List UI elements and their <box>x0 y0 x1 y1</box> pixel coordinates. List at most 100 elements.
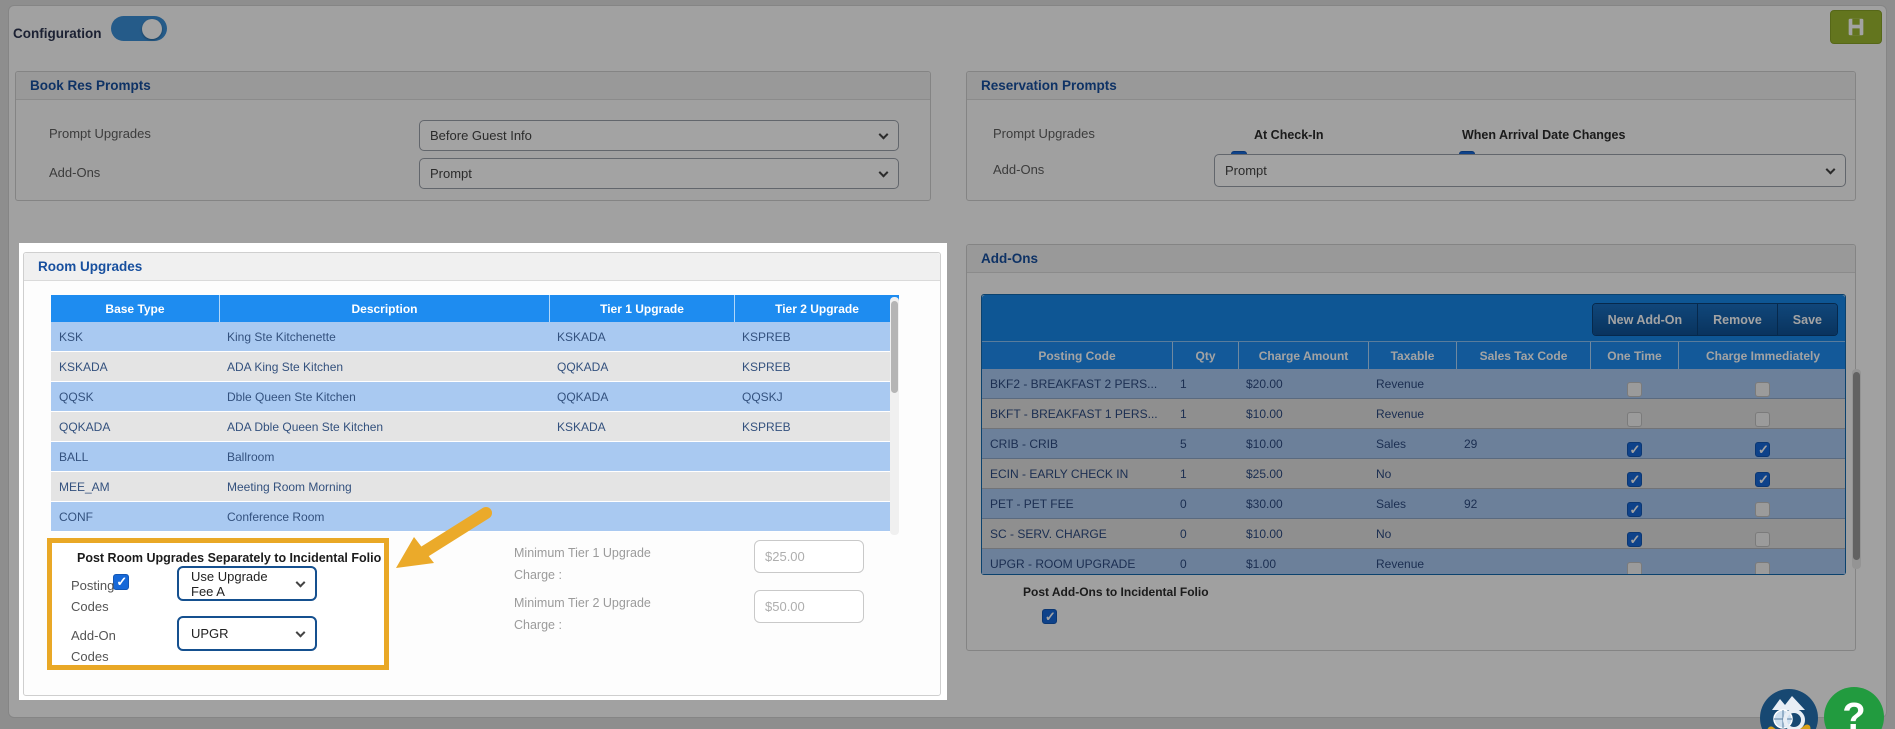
charge_immediately-checkbox[interactable] <box>1755 382 1770 397</box>
add-ons-scrollbar[interactable] <box>1852 369 1861 569</box>
chevron-down-icon <box>296 577 306 587</box>
room-upgrades-scrollbar[interactable] <box>890 297 899 535</box>
cell: Sales <box>1368 429 1456 458</box>
room-upgrade-row[interactable]: BALLBallroom <box>51 442 899 472</box>
cell: CRIB - CRIB <box>982 429 1172 458</box>
at-check-in-label: At Check-In <box>1254 128 1323 142</box>
res-addons-label: Add-Ons <box>993 162 1044 177</box>
post-addons-incidental-label: Post Add-Ons to Incidental Folio <box>1023 585 1209 599</box>
configuration-toggle[interactable] <box>111 16 167 41</box>
add-ons-table-body: BKF2 - BREAKFAST 2 PERS...1$20.00Revenue… <box>982 369 1845 574</box>
cell: 0 <box>1172 519 1238 548</box>
one_time-cell <box>1590 369 1678 398</box>
charge_immediately-checkbox[interactable] <box>1755 562 1770 574</box>
addon-codes-select[interactable]: UPGR <box>177 616 317 651</box>
brand-logo-icon[interactable] <box>1759 688 1819 729</box>
help-button[interactable]: ? <box>1824 687 1884 729</box>
cell: $25.00 <box>1238 459 1368 488</box>
cell: BKF2 - BREAKFAST 2 PERS... <box>982 369 1172 398</box>
one_time-checkbox[interactable] <box>1627 502 1642 517</box>
cell: KSK <box>51 322 219 351</box>
addons-select[interactable]: Prompt <box>419 158 899 189</box>
one_time-checkbox[interactable] <box>1627 532 1642 547</box>
one_time-checkbox[interactable] <box>1627 412 1642 427</box>
panel-header: Reservation Prompts <box>967 72 1855 100</box>
charge_immediately-checkbox[interactable] <box>1755 412 1770 427</box>
add-on-row[interactable]: PET - PET FEE0$30.00Sales92 <box>982 489 1845 519</box>
configuration-page: Configuration Book Res Prompts Prompt Up… <box>0 0 1895 729</box>
room-upgrade-row[interactable]: QQKADAADA Dble Queen Ste KitchenKSKADAKS… <box>51 412 899 442</box>
save-button[interactable]: Save <box>1777 304 1837 335</box>
toggle-knob <box>142 19 162 39</box>
room-upgrade-row[interactable]: KSKKing Ste KitchenetteKSKADAKSPREB <box>51 322 899 352</box>
cell: KSKADA <box>549 322 734 351</box>
save-button[interactable] <box>1830 10 1882 44</box>
cell: QQSK <box>51 382 219 411</box>
room-upgrades-table: Base TypeDescriptionTier 1 UpgradeTier 2… <box>51 295 899 532</box>
cell: 0 <box>1172 549 1238 574</box>
column-header: Tier 2 Upgrade <box>734 295 899 322</box>
cell <box>1456 549 1590 574</box>
one_time-cell <box>1590 549 1678 574</box>
one_time-checkbox[interactable] <box>1627 562 1642 574</box>
new-add-on-button[interactable]: New Add-On <box>1593 304 1698 335</box>
cell: KSPREB <box>734 322 899 351</box>
save-floppy-icon <box>1845 16 1867 38</box>
add-ons-table: New Add-OnRemoveSave Posting CodeQtyChar… <box>981 294 1846 575</box>
chevron-down-icon <box>1826 164 1836 174</box>
column-header: Description <box>219 295 549 322</box>
cell: 29 <box>1456 429 1590 458</box>
min-tier2-input[interactable] <box>754 590 864 623</box>
room-upgrade-row[interactable]: KSKADAADA King Ste KitchenQQKADAKSPREB <box>51 352 899 382</box>
charge_immediately-checkbox[interactable] <box>1755 442 1770 457</box>
room-upgrade-row[interactable]: QQSKDble Queen Ste KitchenQQKADAQQSKJ <box>51 382 899 412</box>
add-on-row[interactable]: BKF2 - BREAKFAST 2 PERS...1$20.00Revenue <box>982 369 1845 399</box>
posting-codes-select[interactable]: Use Upgrade Fee A <box>177 566 317 601</box>
addons-label: Add-Ons <box>49 165 100 180</box>
one_time-checkbox[interactable] <box>1627 442 1642 457</box>
prompt-upgrades-select[interactable]: Before Guest Info <box>419 120 899 151</box>
cell: QQSKJ <box>734 382 899 411</box>
add-on-row[interactable]: UPGR - ROOM UPGRADE0$1.00Revenue <box>982 549 1845 574</box>
scrollbar-thumb[interactable] <box>891 301 898 393</box>
one_time-checkbox[interactable] <box>1627 472 1642 487</box>
cell: 0 <box>1172 489 1238 518</box>
column-header: Sales Tax Code <box>1456 342 1590 369</box>
post-addons-incidental-checkbox[interactable] <box>1042 609 1057 624</box>
add-on-row[interactable]: SC - SERV. CHARGE0$10.00No <box>982 519 1845 549</box>
column-header: One Time <box>1590 342 1678 369</box>
charge_immediately-cell <box>1678 549 1845 574</box>
remove-button[interactable]: Remove <box>1697 304 1777 335</box>
cell: $1.00 <box>1238 549 1368 574</box>
scrollbar-thumb[interactable] <box>1853 372 1860 560</box>
room-upgrade-row[interactable]: MEE_AMMeeting Room Morning <box>51 472 899 502</box>
min-tier1-input[interactable] <box>754 540 864 573</box>
cell: ADA King Ste Kitchen <box>219 352 549 381</box>
cell <box>1456 519 1590 548</box>
cell: $20.00 <box>1238 369 1368 398</box>
cell: Sales <box>1368 489 1456 518</box>
charge_immediately-checkbox[interactable] <box>1755 502 1770 517</box>
chevron-down-icon <box>879 167 889 177</box>
charge_immediately-checkbox[interactable] <box>1755 472 1770 487</box>
res-addons-select[interactable]: Prompt <box>1214 154 1846 187</box>
cell: Revenue <box>1368 369 1456 398</box>
add-on-row[interactable]: ECIN - EARLY CHECK IN1$25.00No <box>982 459 1845 489</box>
one_time-checkbox[interactable] <box>1627 382 1642 397</box>
min-tier2-label: Minimum Tier 2 Upgrade Charge : <box>514 593 679 637</box>
panel-header: Add-Ons <box>967 245 1855 273</box>
charge_immediately-cell <box>1678 429 1845 458</box>
cell: 92 <box>1456 489 1590 518</box>
add-on-row[interactable]: BKFT - BREAKFAST 1 PERS...1$10.00Revenue <box>982 399 1845 429</box>
posting-codes-label: Posting Codes <box>71 576 143 618</box>
add-on-row[interactable]: CRIB - CRIB5$10.00Sales29 <box>982 429 1845 459</box>
column-header: Posting Code <box>982 342 1172 369</box>
cell: QQKADA <box>51 412 219 441</box>
charge_immediately-checkbox[interactable] <box>1755 532 1770 547</box>
cell: SC - SERV. CHARGE <box>982 519 1172 548</box>
cell: Dble Queen Ste Kitchen <box>219 382 549 411</box>
charge_immediately-cell <box>1678 369 1845 398</box>
cell: PET - PET FEE <box>982 489 1172 518</box>
res-prompt-upgrades-label: Prompt Upgrades <box>993 126 1095 141</box>
one_time-cell <box>1590 399 1678 428</box>
